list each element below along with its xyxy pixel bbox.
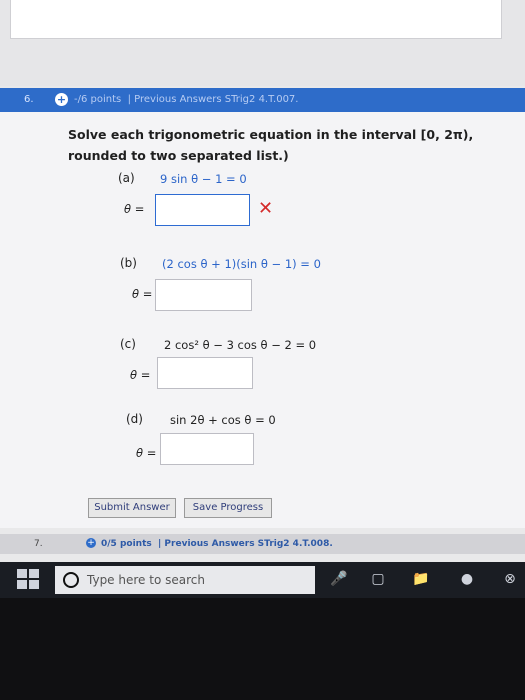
question-number: 7. [34,539,43,549]
search-placeholder: Type here to search [87,573,205,587]
part-a-answer-input[interactable] [155,194,250,226]
incorrect-x-icon: ✕ [258,198,274,219]
task-view-icon[interactable]: ▢ [369,570,387,588]
question-meta: -/6 points | Previous Answers STrig2 4.T… [74,94,299,105]
part-c-theta-label: θ = [130,368,151,382]
question-meta: 0/5 points | Previous Answers STrig2 4.T… [101,539,333,549]
question-prompt: Solve each trigonometric equation in the… [68,127,474,163]
part-a-label: (a) [118,171,135,185]
part-c-answer-input[interactable] [157,357,253,389]
part-a-theta-label: θ = [124,202,145,216]
part-c-equation: 2 cos² θ − 3 cos θ − 2 = 0 [164,338,317,352]
part-a-equation: 9 sin θ − 1 = 0 [160,172,247,186]
expand-icon[interactable]: + [86,538,96,548]
part-b-equation: (2 cos θ + 1)(sin θ − 1) = 0 [162,257,321,271]
chrome-icon[interactable]: ● [458,570,476,588]
question-number: 6. [24,94,34,105]
part-b-theta-label: θ = [132,287,153,301]
question-7-header: 7. + 0/5 points | Previous Answers STrig… [0,534,525,554]
windows-taskbar: Type here to search 🎤 ▢ 📁 ● ⊗ [0,562,525,598]
part-d-label: (d) [126,412,143,426]
previous-answer-card [10,0,502,39]
xbox-icon[interactable]: ⊗ [501,570,519,588]
save-progress-button[interactable]: Save Progress [184,498,272,518]
part-b-label: (b) [120,256,137,270]
file-explorer-icon[interactable]: 📁 [412,570,430,588]
microphone-icon[interactable]: 🎤 [330,570,348,588]
submit-answer-button[interactable]: Submit Answer [88,498,176,518]
question-6-panel: Solve each trigonometric equation in the… [0,112,525,528]
part-b-answer-input[interactable] [155,279,252,311]
part-d-theta-label: θ = [136,446,157,460]
expand-icon[interactable]: + [55,93,68,106]
windows-start-icon[interactable] [17,569,39,589]
part-c-label: (c) [120,337,136,351]
monitor-bezel [0,598,525,700]
question-6-header: 6. + -/6 points | Previous Answers STrig… [0,88,525,112]
search-ring-icon [63,572,79,588]
part-d-answer-input[interactable] [160,433,254,465]
taskbar-search-box[interactable]: Type here to search [55,566,315,594]
part-d-equation: sin 2θ + cos θ = 0 [170,413,276,427]
